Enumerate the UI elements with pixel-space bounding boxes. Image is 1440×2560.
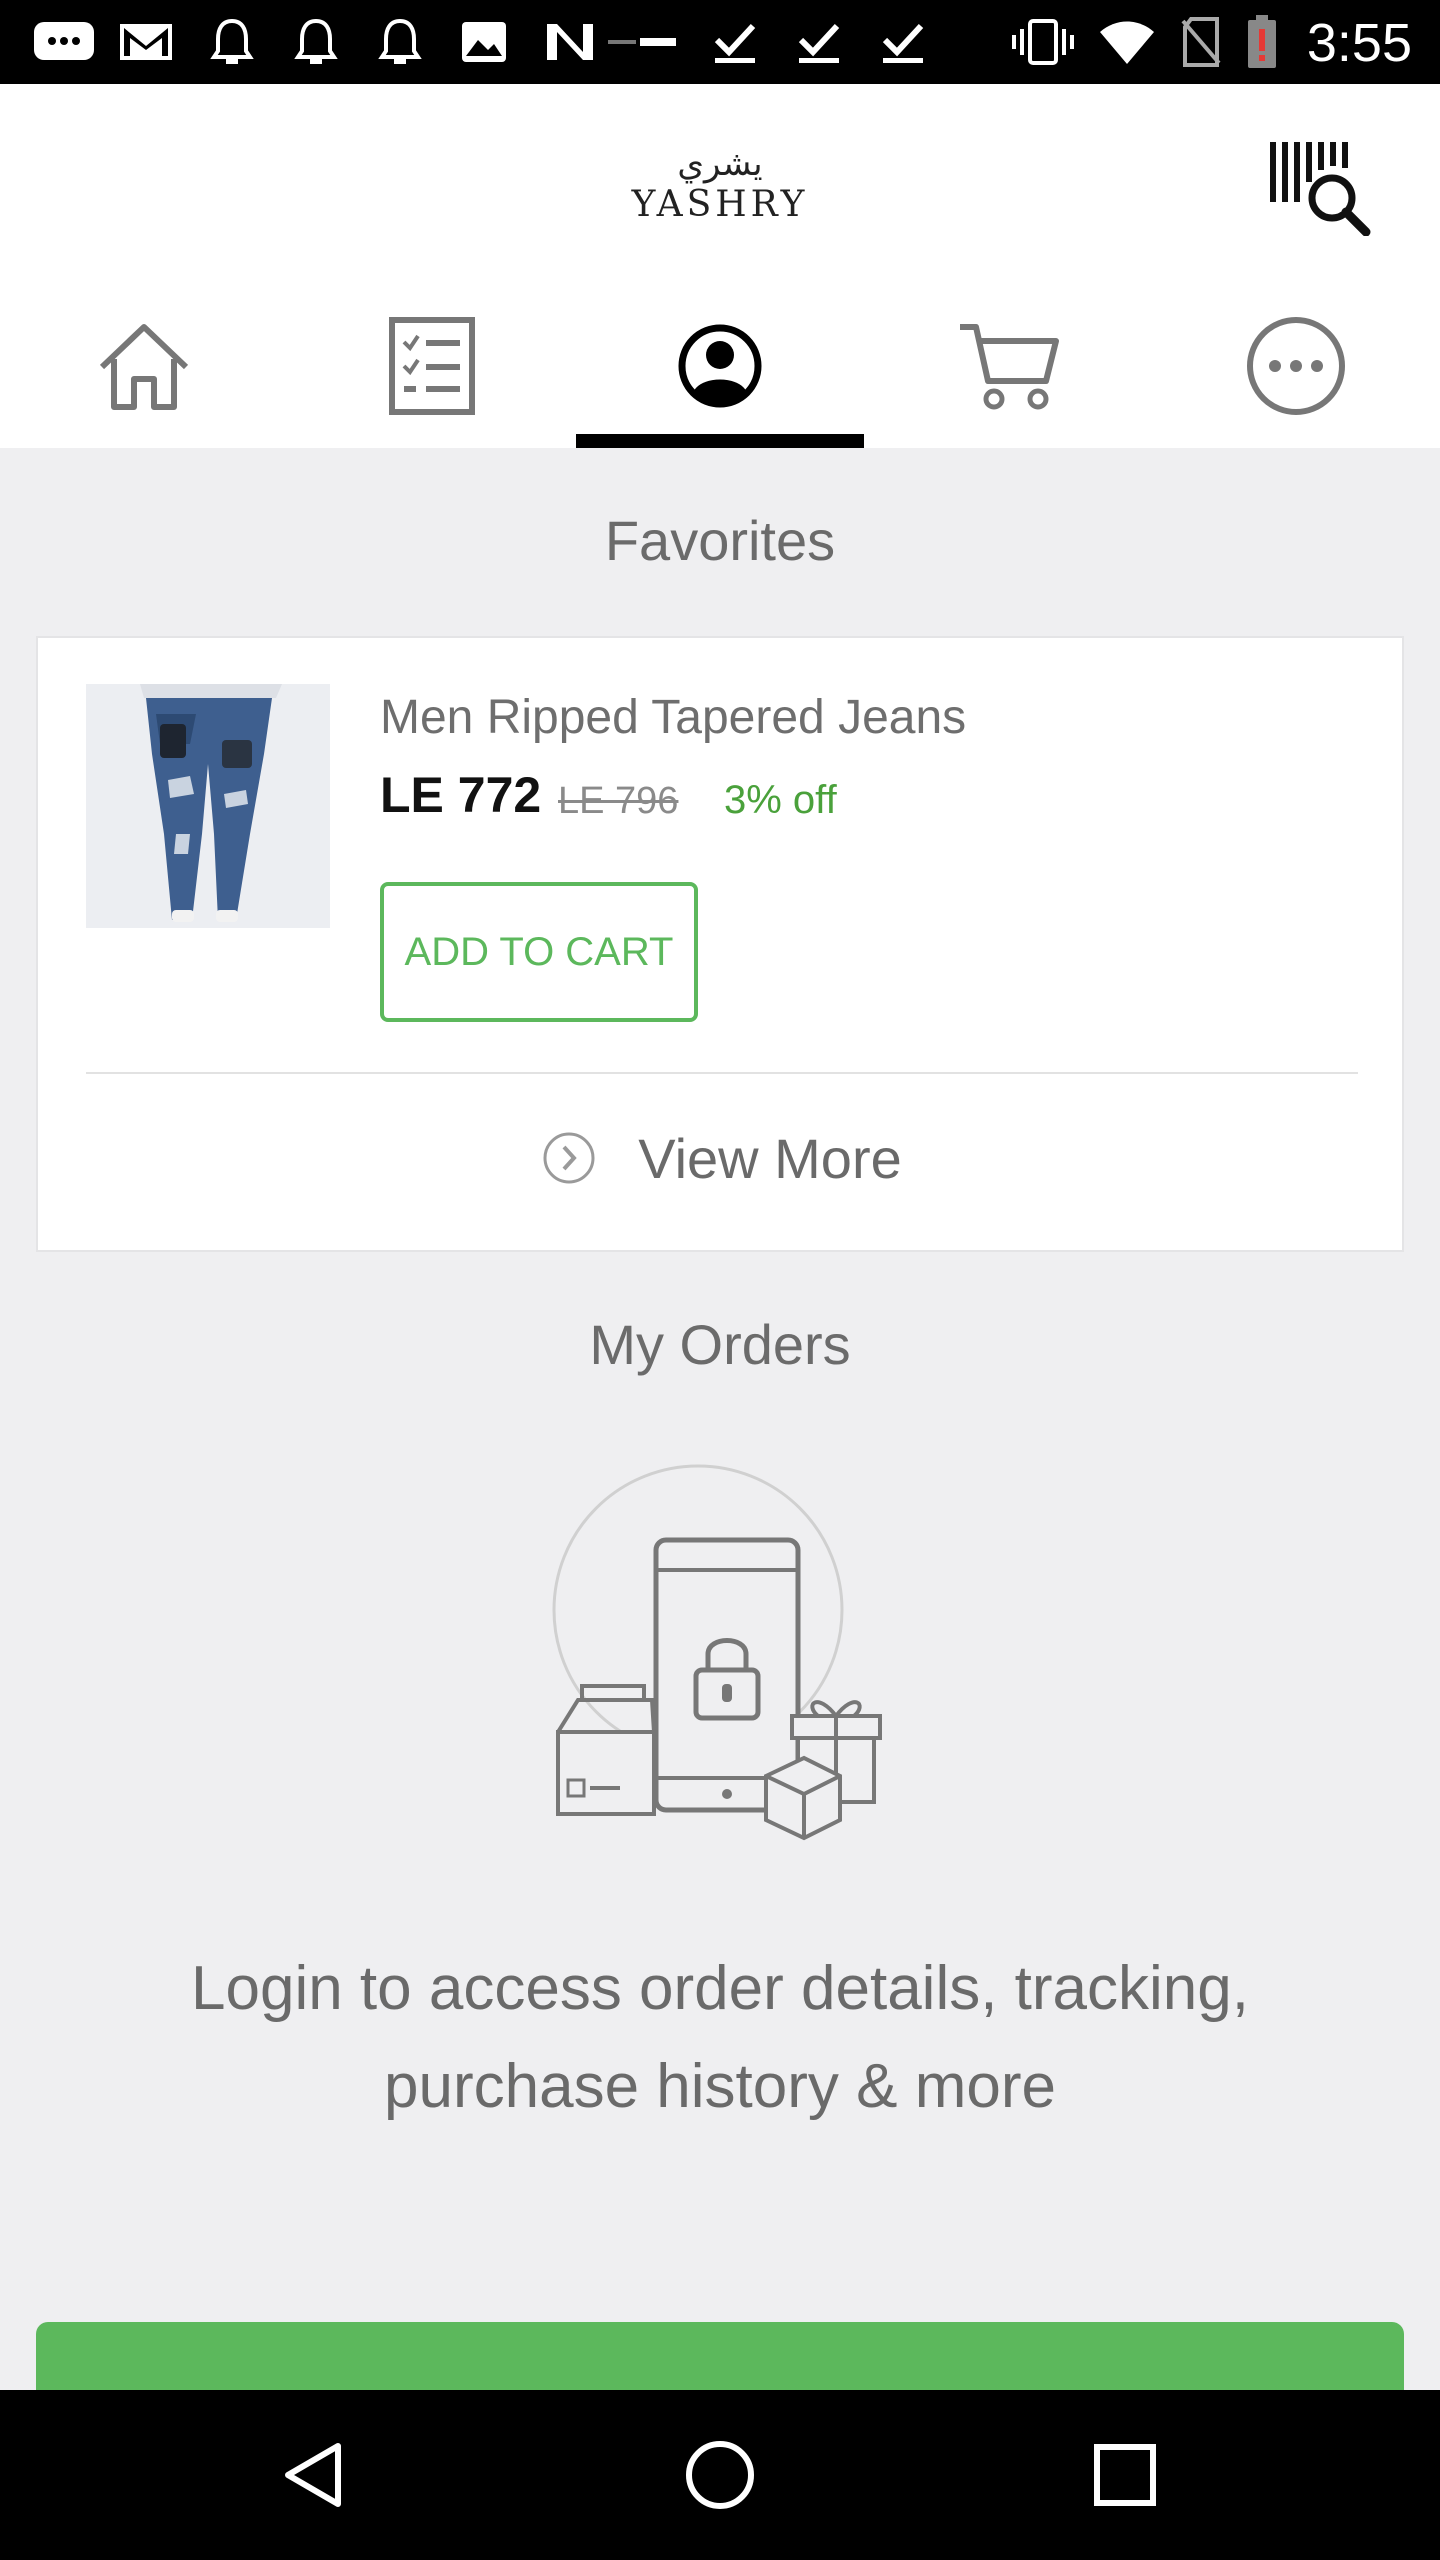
tab-cart[interactable] — [864, 284, 1152, 448]
barcode-search-icon[interactable] — [1262, 136, 1372, 237]
home-icon — [99, 324, 189, 410]
tab-home[interactable] — [0, 284, 288, 448]
messages-icon — [30, 14, 98, 70]
download-done-icon — [790, 14, 848, 70]
orders-illustration — [548, 1460, 892, 1860]
status-time: 3:55 — [1306, 13, 1412, 73]
tab-list[interactable] — [288, 284, 576, 448]
wifi-icon — [1096, 14, 1158, 70]
view-more-label: View More — [638, 1126, 902, 1190]
recents-icon[interactable] — [1080, 2430, 1170, 2520]
view-more-button[interactable]: View More — [38, 1108, 1406, 1208]
app-header: يشري YASHRY — [0, 84, 1440, 284]
more-icon — [1247, 317, 1345, 415]
add-to-cart-button[interactable]: ADD TO CART — [380, 882, 698, 1022]
download-done-icon — [874, 14, 932, 70]
tab-bar — [0, 284, 1440, 448]
chevron-right-icon — [543, 1132, 595, 1184]
fashion-nova-icon — [604, 14, 680, 70]
bell-icon — [372, 14, 428, 70]
system-nav-bar — [0, 2390, 1440, 2560]
cart-icon — [960, 324, 1059, 410]
login-message: Login to access order details, tracking,… — [191, 1954, 1249, 2121]
battery-low-icon — [1242, 14, 1282, 70]
account-icon — [678, 324, 762, 408]
checklist-icon — [389, 317, 475, 415]
no-sim-icon — [1176, 14, 1226, 70]
favorites-card: Men Ripped Tapered Jeans LE 772 LE 796 3… — [36, 636, 1404, 1252]
bell-icon — [288, 14, 344, 70]
product-old-price: LE 796 — [558, 780, 679, 822]
divider — [86, 1072, 1358, 1074]
tab-more[interactable] — [1152, 284, 1440, 448]
gmail-icon — [116, 14, 176, 70]
tab-account[interactable] — [576, 284, 864, 448]
product-price: LE 772 — [380, 767, 542, 823]
vibrate-icon — [1010, 14, 1076, 70]
product-name[interactable]: Men Ripped Tapered Jeans — [380, 690, 966, 745]
bell-icon — [204, 14, 260, 70]
selected-tab-indicator — [576, 434, 864, 448]
logo-arabic: يشري — [677, 144, 763, 184]
orders-title: My Orders — [589, 1313, 851, 1376]
favorites-title: Favorites — [604, 509, 836, 572]
back-icon[interactable] — [270, 2430, 360, 2520]
product-discount: 3% off — [724, 778, 837, 822]
home-nav-icon[interactable] — [675, 2430, 765, 2520]
download-done-icon — [706, 14, 764, 70]
image-icon — [456, 14, 512, 70]
product-image[interactable] — [86, 684, 330, 928]
logo-text: YASHRY — [631, 184, 809, 225]
status-bar: 3:55 — [0, 0, 1440, 84]
n-app-icon — [540, 14, 600, 70]
